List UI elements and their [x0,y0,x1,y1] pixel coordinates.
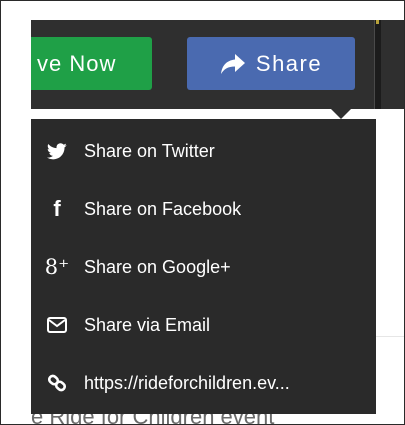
share-google-plus-item[interactable]: 8⁺ Share on Google+ [31,238,376,296]
share-facebook-label: Share on Facebook [84,198,242,219]
share-twitter-item[interactable]: Share on Twitter [31,122,376,180]
email-icon [44,312,70,338]
background-divider [376,336,404,337]
menu-pointer [331,109,351,119]
toolbar-edge-accent [376,20,379,24]
share-email-item[interactable]: Share via Email [31,296,376,354]
give-now-button[interactable]: ve Now [31,37,152,90]
facebook-icon: f [44,196,70,222]
share-button[interactable]: Share [187,37,355,90]
share-google-plus-label: Share on Google+ [84,256,231,277]
share-arrow-icon [220,53,246,75]
share-link-label: https://rideforchildren.ev... [84,372,290,393]
share-dropdown-menu: Share on Twitter f Share on Facebook 8⁺ … [31,119,376,414]
page-frame: e Ride for Children event ve Now Share S… [0,0,405,425]
share-facebook-item[interactable]: f Share on Facebook [31,180,376,238]
give-now-label: ve Now [37,51,117,76]
google-plus-icon: 8⁺ [44,254,70,280]
twitter-icon [44,138,70,164]
google-plus-glyph: 8⁺ [44,254,70,279]
share-label: Share [255,50,323,76]
share-email-label: Share via Email [84,314,211,335]
link-icon [44,370,70,396]
share-link-item[interactable]: https://rideforchildren.ev... [31,354,376,412]
facebook-glyph: f [53,196,61,221]
toolbar-edge-strip [374,20,381,109]
share-twitter-label: Share on Twitter [84,140,215,161]
